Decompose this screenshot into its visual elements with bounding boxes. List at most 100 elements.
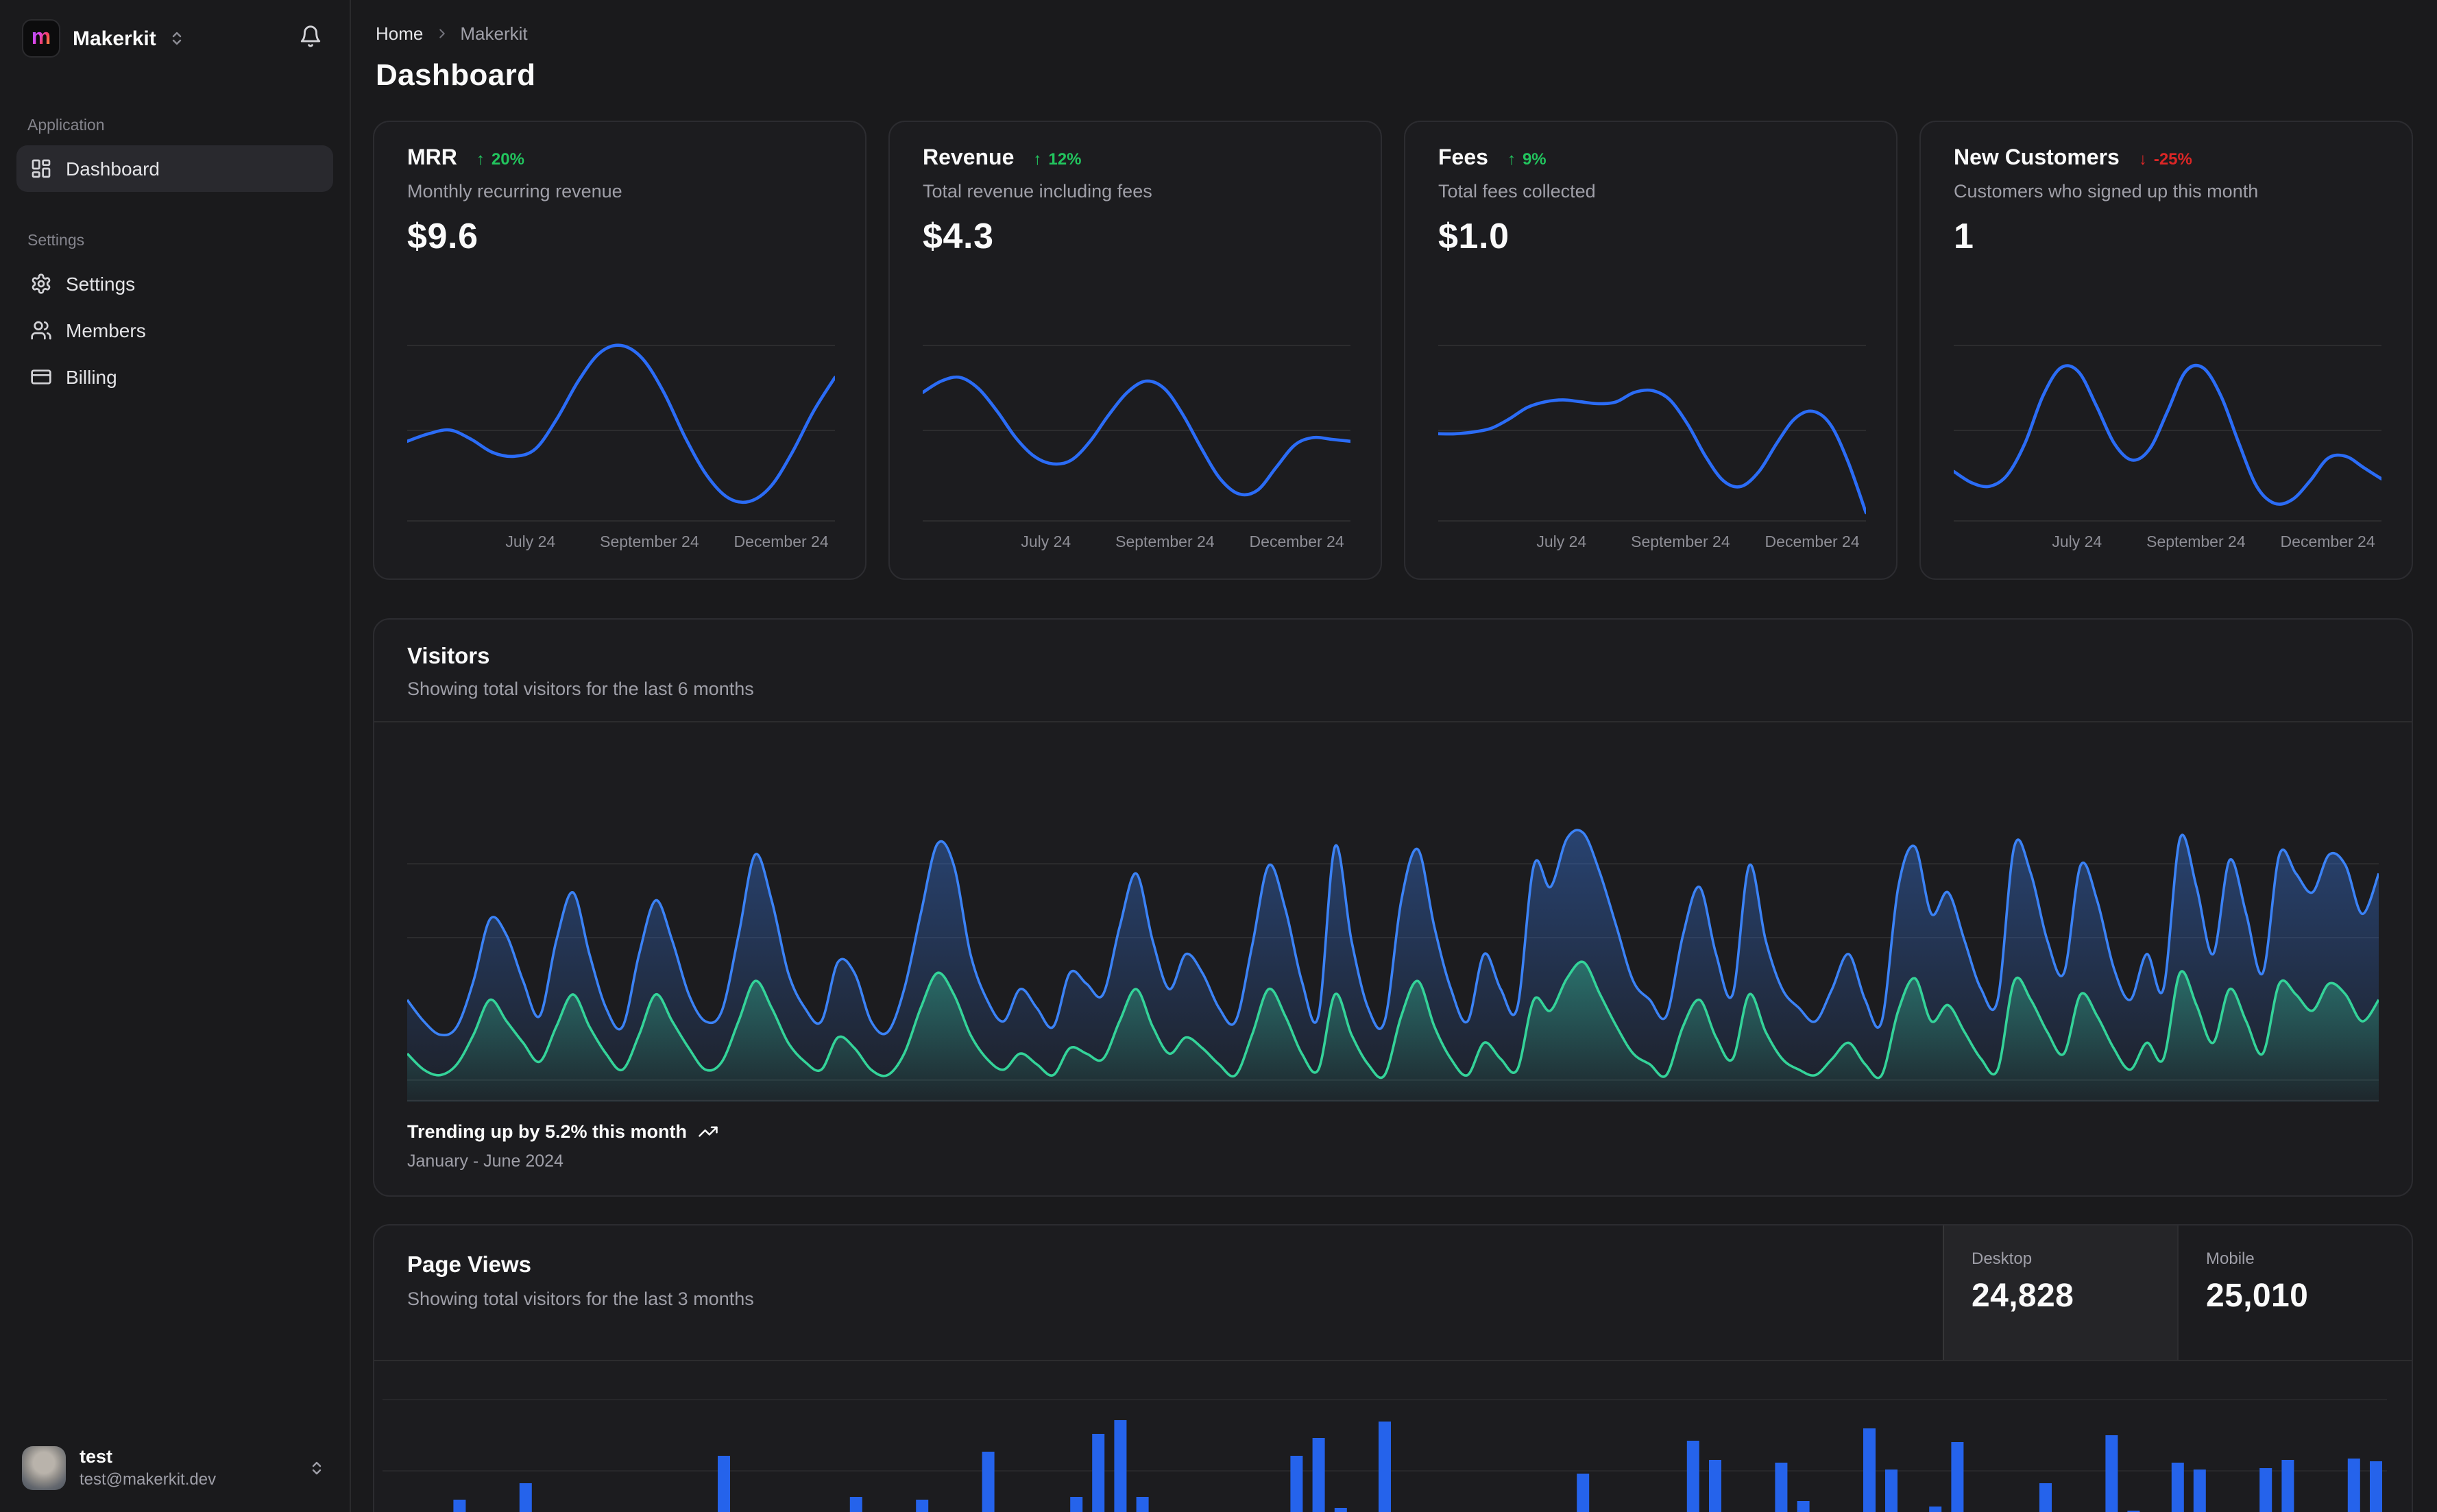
user-menu[interactable]: test test@makerkit.dev <box>16 1441 333 1496</box>
sidebar: m Makerkit Application Dashboard Setting… <box>0 0 351 1512</box>
toggle-desktop[interactable]: Desktop 24,828 <box>1943 1226 2177 1360</box>
sidebar-item-billing[interactable]: Billing <box>16 354 333 400</box>
x-tick-label: December 24 <box>1249 535 1344 551</box>
nav-section-settings: Settings <box>27 233 85 249</box>
trend-value: -25% <box>2153 149 2192 169</box>
stat-card-mrr: MRR ↑ 20% Monthly recurring revenue $9.6 … <box>373 121 866 580</box>
visitors-footer: Trending up by 5.2% this month January -… <box>374 1102 2412 1195</box>
user-email: test@makerkit.dev <box>80 1469 217 1489</box>
workspace-selector[interactable]: m Makerkit <box>22 19 293 58</box>
page-views-subtitle: Showing total visitors for the last 3 mo… <box>407 1289 754 1309</box>
stat-description: Customers who signed up this month <box>1954 181 2259 202</box>
revenue-sparkline-chart <box>921 326 1353 532</box>
x-tick-label: July 24 <box>505 535 556 551</box>
mobile-value: 25,010 <box>2206 1278 2309 1315</box>
sidebar-item-label: Settings <box>66 273 136 295</box>
x-tick-label: July 24 <box>1021 535 1071 551</box>
trend-value: 12% <box>1048 149 1082 169</box>
page-views-header: Page Views Showing total visitors for th… <box>374 1226 2412 1361</box>
stat-value: 1 <box>1954 215 1974 256</box>
stat-title: Revenue <box>923 147 1015 170</box>
sidebar-header: m Makerkit <box>16 19 333 58</box>
x-tick-label: December 24 <box>733 535 829 551</box>
toggle-mobile[interactable]: Mobile 25,010 <box>2177 1226 2412 1360</box>
sidebar-item-label: Dashboard <box>66 158 160 180</box>
visitors-period: January - June 2024 <box>407 1151 563 1171</box>
stat-description: Total fees collected <box>1438 181 1596 202</box>
gear-icon <box>30 273 52 295</box>
logo-letter: m <box>31 26 51 49</box>
sidebar-item-label: Members <box>66 319 146 341</box>
stat-description: Total revenue including fees <box>923 181 1152 202</box>
breadcrumb-home-link[interactable]: Home <box>376 23 423 44</box>
stat-card-new-customers: New Customers ↓ -25% Customers who signed… <box>1919 121 2413 580</box>
nav-section-application: Application <box>27 118 105 134</box>
notifications-button[interactable] <box>293 19 328 58</box>
trend-value: 20% <box>491 149 524 169</box>
workspace-name: Makerkit <box>73 27 156 50</box>
desktop-value: 24,828 <box>1972 1278 2074 1315</box>
sidebar-item-dashboard[interactable]: Dashboard <box>16 145 333 192</box>
stat-value: $1.0 <box>1438 215 1510 256</box>
trend-badge: ↓ -25% <box>2139 149 2192 169</box>
user-meta: test test@makerkit.dev <box>80 1446 217 1489</box>
stat-title: New Customers <box>1954 147 2120 170</box>
x-tick-label: September 24 <box>600 535 699 551</box>
makerkit-logo: m <box>22 19 60 58</box>
sidebar-item-label: Billing <box>66 366 117 388</box>
stat-value: $9.6 <box>407 215 478 256</box>
main-content: Home Makerkit Dashboard MRR ↑ 20% Monthly… <box>351 0 2437 1512</box>
trend-arrow-icon: ↓ <box>2138 149 2147 169</box>
stat-title: Fees <box>1438 147 1488 170</box>
x-tick-label: July 24 <box>1536 535 1587 551</box>
user-name: test <box>80 1446 113 1467</box>
users-icon <box>30 319 52 341</box>
desktop-label: Desktop <box>1972 1249 2033 1268</box>
page-views-bar-chart <box>374 1361 2412 1512</box>
mrr-sparkline-chart <box>405 326 837 532</box>
trend-arrow-icon: ↑ <box>1507 149 1516 169</box>
page-title: Dashboard <box>376 58 536 92</box>
x-tick-label: December 24 <box>1765 535 1860 551</box>
trend-value: 9% <box>1522 149 1547 169</box>
visitors-trend-text: Trending up by 5.2% this month <box>407 1121 688 1142</box>
trend-badge: ↑ 20% <box>476 149 524 169</box>
chevrons-up-down-icon <box>308 1460 325 1476</box>
sidebar-nav: Application Dashboard Settings Settings <box>16 118 333 400</box>
visitors-card: Visitors Showing total visitors for the … <box>373 618 2413 1197</box>
sidebar-item-settings[interactable]: Settings <box>16 260 333 307</box>
trend-badge: ↑ 9% <box>1507 149 1547 169</box>
stat-card-fees: Fees ↑ 9% Total fees collected $1.0 July … <box>1404 121 1898 580</box>
mobile-label: Mobile <box>2206 1249 2255 1268</box>
trending-up-icon <box>698 1121 718 1142</box>
stat-cards-row: MRR ↑ 20% Monthly recurring revenue $9.6 … <box>373 121 2413 580</box>
x-tick-label: July 24 <box>2052 535 2102 551</box>
credit-card-icon <box>30 366 52 388</box>
visitors-title: Visitors <box>407 644 490 669</box>
stat-title: MRR <box>407 147 457 170</box>
x-tick-label: September 24 <box>1115 535 1215 551</box>
page-views-card: Page Views Showing total visitors for th… <box>373 1224 2413 1512</box>
bell-icon <box>299 25 322 48</box>
visitors-area-chart <box>374 722 2412 1102</box>
page-views-title: Page Views <box>407 1253 532 1278</box>
trend-arrow-icon: ↑ <box>1033 149 1042 169</box>
x-tick-label: September 24 <box>1631 535 1730 551</box>
chevron-right-icon <box>434 26 449 41</box>
stat-value: $4.3 <box>923 215 994 256</box>
trend-arrow-icon: ↑ <box>476 149 485 169</box>
x-tick-label: December 24 <box>2280 535 2375 551</box>
fees-sparkline-chart <box>1436 326 1868 532</box>
app-root: m Makerkit Application Dashboard Setting… <box>0 0 2437 1512</box>
visitors-header: Visitors Showing total visitors for the … <box>374 620 2412 722</box>
layout-dashboard-icon <box>30 158 52 180</box>
visitors-subtitle: Showing total visitors for the last 6 mo… <box>407 679 754 699</box>
sidebar-item-members[interactable]: Members <box>16 307 333 354</box>
chevrons-up-down-icon <box>169 30 185 47</box>
stat-description: Monthly recurring revenue <box>407 181 622 202</box>
stat-card-revenue: Revenue ↑ 12% Total revenue including fee… <box>888 121 1382 580</box>
trend-badge: ↑ 12% <box>1033 149 1081 169</box>
user-avatar <box>22 1446 66 1490</box>
breadcrumb-current: Makerkit <box>460 23 528 44</box>
x-tick-label: September 24 <box>2146 535 2246 551</box>
